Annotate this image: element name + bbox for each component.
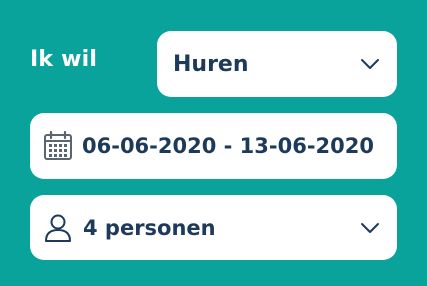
calendar-icon xyxy=(44,131,72,160)
date-range-value: 06-06-2020 - 13-06-2020 xyxy=(82,134,374,158)
intent-label: Ik wil xyxy=(30,47,98,72)
chevron-down-icon xyxy=(361,59,379,69)
intent-select[interactable]: Huren xyxy=(157,31,397,97)
intent-select-value: Huren xyxy=(173,51,249,77)
guests-value: 4 personen xyxy=(83,215,216,240)
guests-select[interactable]: 4 personen xyxy=(30,195,397,260)
person-icon xyxy=(45,214,71,242)
date-range-field[interactable]: 06-06-2020 - 13-06-2020 xyxy=(30,113,397,179)
chevron-down-icon xyxy=(361,222,379,233)
